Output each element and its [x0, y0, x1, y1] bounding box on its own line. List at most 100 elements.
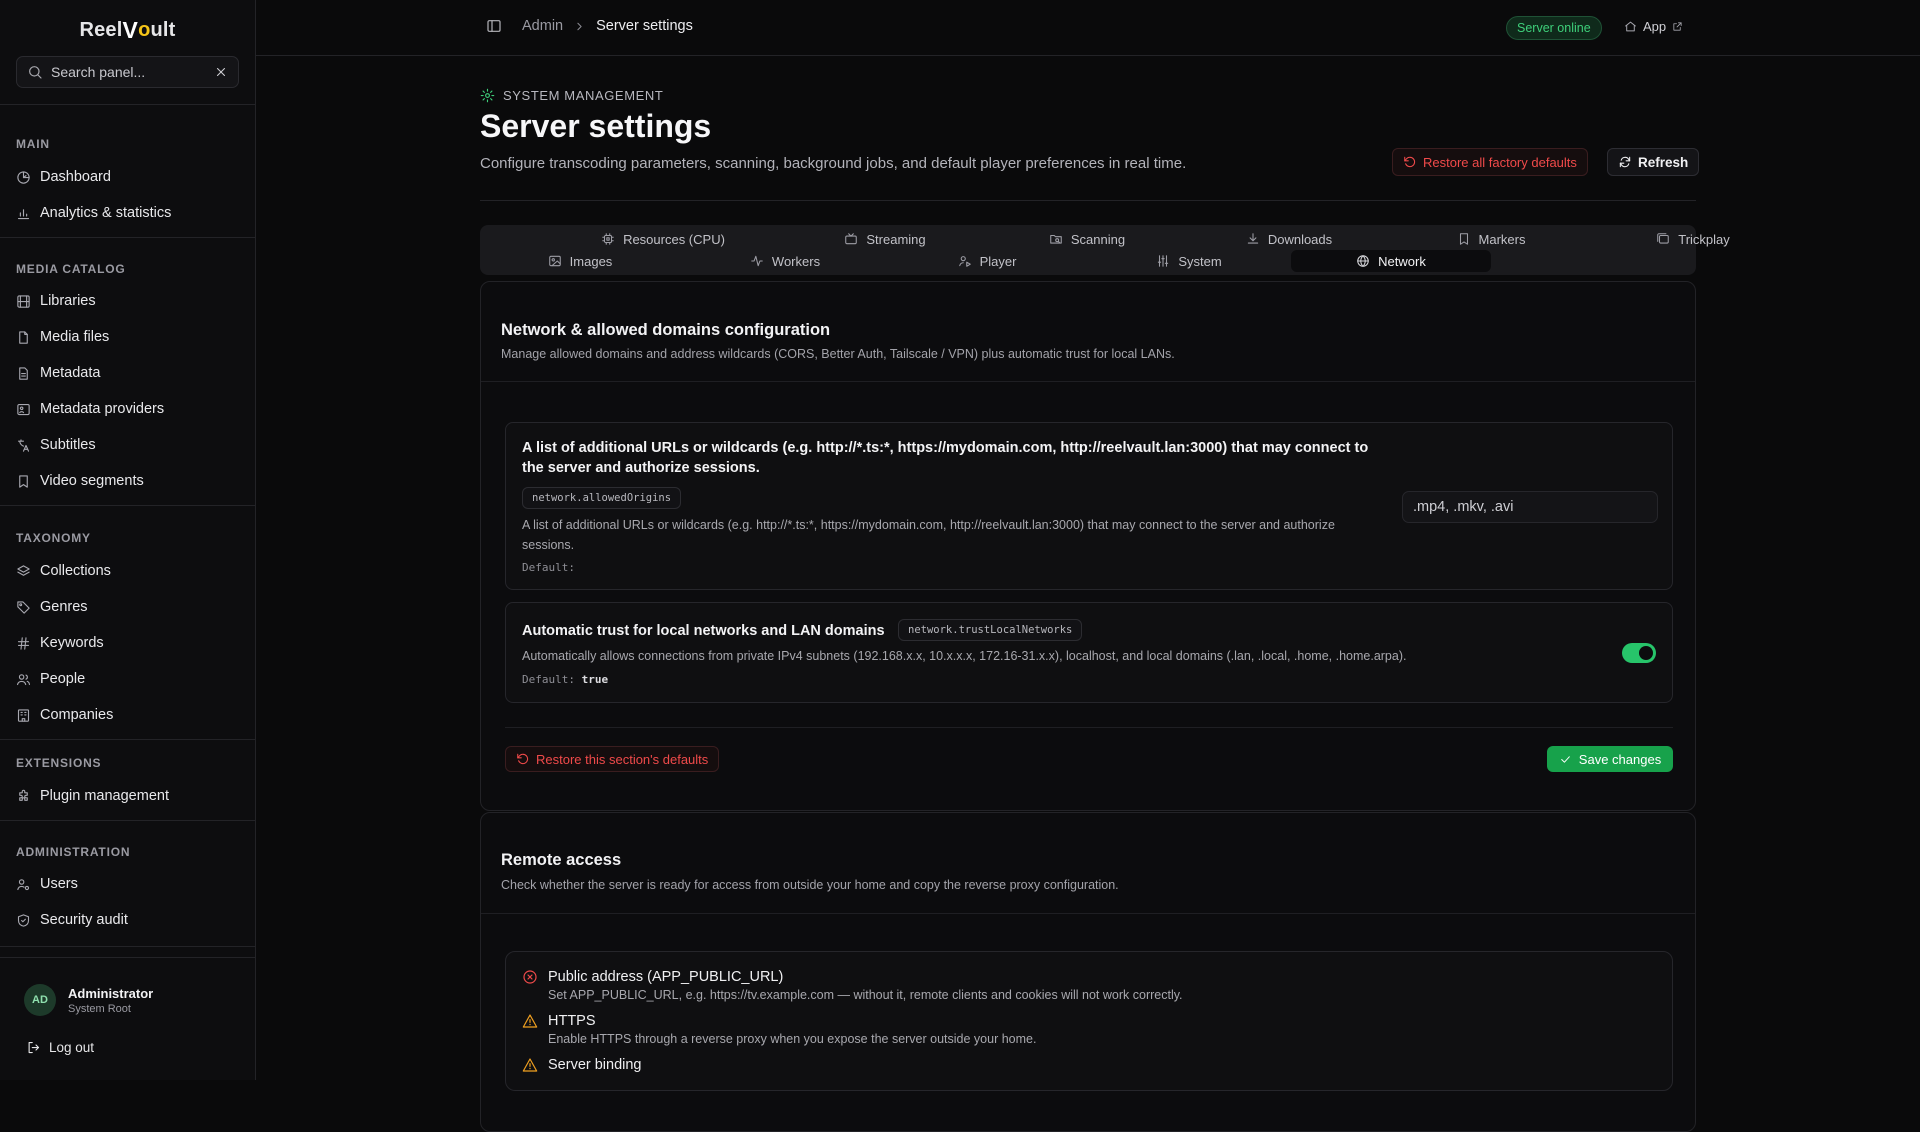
warning-triangle-icon — [522, 1014, 538, 1028]
sidebar-item-dashboard[interactable]: Dashboard — [16, 162, 240, 192]
section-heading-main: MAIN — [16, 137, 50, 151]
refresh-button[interactable]: Refresh — [1607, 148, 1700, 176]
refresh-icon — [1619, 156, 1631, 168]
setting-trust-local-networks: Automatic trust for local networks and L… — [505, 602, 1673, 703]
sidebar-item-keywords[interactable]: Keywords — [16, 628, 240, 658]
users-icon — [17, 673, 30, 685]
sidebar-divider — [0, 237, 256, 238]
gauge-icon — [17, 170, 30, 184]
tab-images[interactable]: Images — [480, 250, 680, 272]
sidebar-item-metadata[interactable]: Metadata — [16, 358, 240, 388]
breadcrumb: Admin Server settings — [486, 18, 693, 34]
file-icon — [19, 330, 28, 344]
sidebar-item-media-files[interactable]: Media files — [16, 322, 240, 352]
bar-chart-icon — [17, 208, 30, 219]
sidebar-item-plugin-management[interactable]: Plugin management — [16, 781, 240, 811]
restore-section-defaults-button[interactable]: Restore this section's defaults — [505, 746, 720, 772]
search-icon — [29, 66, 42, 79]
language-icon — [17, 438, 30, 452]
topbar: Admin Server settings Server online App — [256, 0, 1920, 56]
avatar: AD — [24, 984, 56, 1016]
setting-description: A list of additional URLs or wildcards (… — [522, 518, 1335, 552]
image-icon — [548, 255, 561, 267]
database-icon — [17, 403, 30, 415]
sidebar-item-genres[interactable]: Genres — [16, 592, 240, 622]
breadcrumb-admin[interactable]: Admin — [522, 18, 563, 34]
tab-resources[interactable]: Resources (CPU) — [563, 228, 763, 250]
sidebar-item-companies[interactable]: Companies — [16, 700, 240, 730]
hash-icon — [17, 636, 30, 650]
app-logo[interactable]: Reel Vo ult — [0, 0, 255, 60]
tab-player[interactable]: Player — [887, 250, 1087, 272]
gear-icon — [480, 88, 495, 103]
close-icon[interactable] — [214, 65, 228, 79]
chevron-right-icon — [577, 22, 582, 30]
logout-button[interactable]: Log out — [26, 1040, 94, 1055]
card-title: Remote access — [501, 851, 622, 869]
setting-allowed-origins: A list of additional URLs or wildcards (… — [505, 422, 1673, 590]
user-play-icon — [958, 256, 971, 267]
trust-local-networks-toggle[interactable] — [1622, 643, 1656, 663]
sidebar: Reel Vo ult Search panel... MAIN Dashboard… — [0, 0, 256, 1080]
sidebar-item-users[interactable]: Users — [16, 869, 240, 899]
sidebar-item-video-segments[interactable]: Video segments — [16, 466, 240, 496]
puzzle-icon — [19, 789, 28, 801]
sidebar-item-people[interactable]: People — [16, 664, 240, 694]
activity-icon — [751, 255, 763, 267]
shield-icon — [17, 913, 30, 927]
building-icon — [17, 708, 30, 722]
sidebar-divider — [0, 946, 256, 947]
cpu-icon — [602, 233, 614, 245]
section-heading-extensions: EXTENSIONS — [16, 756, 102, 770]
search-input[interactable]: Search panel... — [16, 56, 239, 88]
save-changes-button[interactable]: Save changes — [1547, 746, 1673, 772]
setting-default: Default: — [522, 561, 575, 574]
sidebar-divider — [0, 739, 256, 740]
globe-icon — [1357, 255, 1369, 267]
tab-streaming[interactable]: Streaming — [785, 228, 985, 250]
sidebar-divider — [0, 505, 256, 506]
sidebar-item-security-audit[interactable]: Security audit — [16, 905, 240, 935]
document-icon — [19, 366, 28, 380]
tab-system[interactable]: System — [1089, 250, 1289, 272]
tab-downloads[interactable]: Downloads — [1189, 228, 1389, 250]
sidebar-divider — [0, 820, 256, 821]
remote-access-checks: Public address (APP_PUBLIC_URL) Set APP_… — [505, 951, 1673, 1091]
x-circle-icon — [523, 970, 537, 984]
tv-icon — [845, 233, 858, 245]
network-settings-card: Network & allowed domains configuration … — [480, 281, 1696, 811]
folder-search-icon — [1050, 234, 1062, 244]
restore-all-defaults-button[interactable]: Restore all factory defaults — [1392, 148, 1588, 176]
warning-triangle-icon — [522, 1058, 538, 1072]
page-eyebrow: SYSTEM MANAGEMENT — [480, 88, 663, 103]
sidebar-item-subtitles[interactable]: Subtitles — [16, 430, 240, 460]
rotate-ccw-icon — [517, 753, 529, 765]
tab-workers[interactable]: Workers — [685, 250, 885, 272]
setting-title: Automatic trust for local networks and L… — [522, 623, 885, 639]
setting-key-badge: network.trustLocalNetworks — [898, 619, 1083, 641]
tab-scanning[interactable]: Scanning — [987, 228, 1187, 250]
tab-markers[interactable]: Markers — [1391, 228, 1591, 250]
sidebar-item-libraries[interactable]: Libraries — [16, 286, 240, 316]
setting-description: Automatically allows connections from pr… — [522, 649, 1407, 663]
tab-network[interactable]: Network — [1291, 250, 1491, 272]
section-heading-administration: ADMINISTRATION — [16, 845, 131, 859]
app-link[interactable]: App — [1624, 19, 1683, 34]
sidebar-toggle-icon[interactable] — [486, 18, 502, 34]
home-icon — [1625, 21, 1636, 32]
card-description: Check whether the server is ready for ac… — [501, 878, 1119, 892]
sidebar-item-analytics[interactable]: Analytics & statistics — [16, 198, 240, 228]
card-divider — [481, 913, 1695, 914]
check-public-address: Public address (APP_PUBLIC_URL) Set APP_… — [522, 968, 1183, 1003]
remote-access-card: Remote access Check whether the server i… — [480, 812, 1696, 1132]
allowed-origins-input[interactable]: .mp4, .mkv, .avi — [1402, 491, 1658, 523]
tab-trickplay[interactable]: Trickplay — [1593, 228, 1793, 250]
user-profile[interactable]: AD Administrator System Root — [24, 984, 153, 1016]
section-heading-taxonomy: TAXONOMY — [16, 531, 91, 545]
sidebar-item-metadata-providers[interactable]: Metadata providers — [16, 394, 240, 424]
breadcrumb-current: Server settings — [596, 18, 693, 34]
tag-icon — [17, 600, 30, 614]
download-icon — [1247, 233, 1259, 244]
card-description: Manage allowed domains and address wildc… — [501, 347, 1175, 361]
sidebar-item-collections[interactable]: Collections — [16, 556, 240, 586]
